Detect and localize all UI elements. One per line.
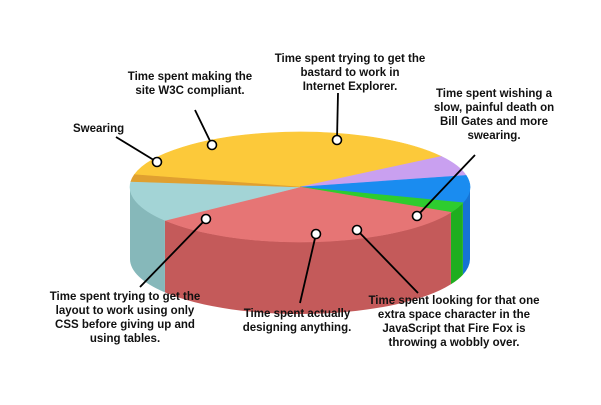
slice-label-6-line-1: site W3C compliant. — [135, 85, 244, 97]
slice-label-6-line-0: Time spent making the — [128, 71, 252, 83]
slice-label-2-line-2: JavaScript that Fire Fox is — [382, 323, 525, 335]
pie-side-3 — [450, 202, 463, 285]
callout-line-5 — [115, 136, 158, 163]
pie-chart: Time spent trying to get the bastard to w… — [50, 53, 554, 349]
callout-dot-2 — [351, 224, 363, 236]
slice-label-1-line-2: Bill Gates and more — [440, 116, 548, 128]
slice-label-1-line-3: swearing. — [467, 130, 520, 142]
slice-label-4: Time spent trying to get the layout to wo… — [50, 291, 201, 345]
callout-dot-4 — [200, 213, 212, 225]
slice-label-0-line-1: bastard to work in — [300, 67, 399, 79]
slice-label-4-line-2: CSS before giving up and — [55, 319, 195, 331]
slice-label-5: Swearing — [73, 123, 124, 135]
callout-line-0 — [336, 92, 339, 141]
callout-dot-3 — [310, 228, 322, 240]
slice-label-4-line-1: layout to work using only — [56, 305, 195, 317]
callout-dot-6 — [206, 139, 218, 151]
slice-label-1-line-0: Time spent wishing a — [436, 88, 553, 100]
callout-dot-5 — [151, 156, 163, 168]
slice-label-3-line-1: designing anything. — [243, 322, 352, 334]
slice-label-2-line-3: throwing a wobbly over. — [389, 337, 520, 349]
slice-label-2-line-1: extra space character in the — [378, 309, 530, 321]
slice-label-5-line-0: Swearing — [73, 123, 124, 135]
slice-label-3-line-0: Time spent actually — [244, 308, 351, 320]
callout-dot-0 — [331, 134, 343, 146]
slice-label-1: Time spent wishing a slow, painful death … — [434, 88, 554, 142]
slice-label-0-line-0: Time spent trying to get the — [275, 53, 426, 65]
callout-line-6 — [194, 109, 213, 146]
slice-label-3: Time spent actually designing anything. — [243, 308, 352, 334]
slice-label-0-line-2: Internet Explorer. — [303, 81, 398, 93]
slice-label-1-line-1: slow, painful death on — [434, 102, 554, 114]
callout-dot-1 — [411, 210, 423, 222]
pie-tops — [129, 131, 471, 243]
slice-label-2: Time spent looking for that one extra spa… — [368, 295, 539, 349]
slice-label-2-line-0: Time spent looking for that one — [368, 295, 539, 307]
slice-label-4-line-0: Time spent trying to get the — [50, 291, 201, 303]
slice-label-0: Time spent trying to get the bastard to w… — [275, 53, 426, 93]
slice-label-6: Time spent making the site W3C compliant. — [128, 71, 252, 97]
slice-label-4-line-3: using tables. — [90, 333, 160, 345]
